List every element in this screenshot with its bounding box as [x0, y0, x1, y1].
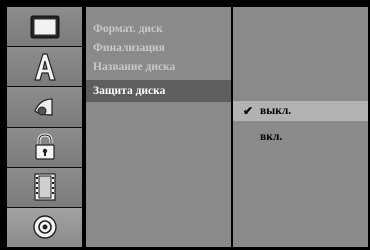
- options-column: ✔ выкл. ✔ вкл.: [233, 7, 368, 247]
- padlock-icon: [34, 133, 56, 161]
- option-off-label: выкл.: [260, 105, 292, 117]
- disc-menu-column: Формат. диск Финализация Название диска …: [86, 7, 231, 247]
- option-off[interactable]: ✔ выкл.: [233, 101, 368, 121]
- category-icon-column: [7, 7, 82, 248]
- category-lock[interactable]: [7, 127, 82, 168]
- menu-item-disc-name[interactable]: Название диска: [86, 58, 231, 77]
- film-strip-icon: [33, 173, 56, 201]
- checkmark-icon: ✔: [242, 104, 254, 118]
- menu-item-finalize[interactable]: Финализация: [86, 39, 231, 58]
- category-disc[interactable]: [7, 207, 82, 248]
- disc-icon: [32, 214, 58, 240]
- disc-setup-screen: Формат. диск Финализация Название диска …: [0, 0, 370, 250]
- category-recording[interactable]: [7, 167, 82, 208]
- tv-screen-icon: [30, 15, 60, 39]
- category-tv[interactable]: [7, 7, 82, 48]
- letter-a-icon: [32, 52, 58, 82]
- menu-item-disc-protect[interactable]: Защита диска: [86, 80, 231, 102]
- category-audio[interactable]: [7, 87, 82, 128]
- menu-item-format-disc[interactable]: Формат. диск: [86, 20, 231, 39]
- option-on[interactable]: ✔ вкл.: [233, 127, 368, 147]
- category-language[interactable]: [7, 47, 82, 88]
- audio-speaker-icon: [32, 95, 58, 119]
- option-on-label: вкл.: [260, 131, 283, 143]
